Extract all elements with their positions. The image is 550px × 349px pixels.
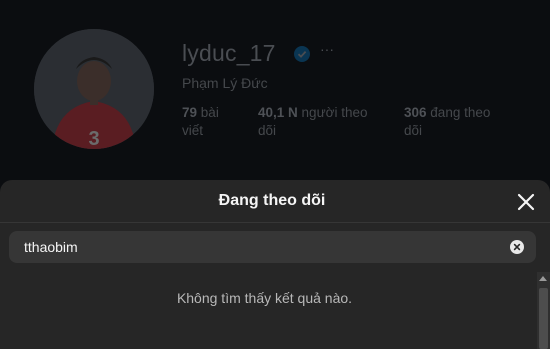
- profile-full-name: Phạm Lý Đức: [182, 75, 268, 91]
- empty-results-message: Không tìm thấy kết quả nào.: [176, 290, 353, 306]
- scroll-up-arrow-icon[interactable]: [539, 276, 547, 281]
- modal-header: Đang theo dõi: [0, 180, 550, 223]
- profile-username: lyduc_17: [182, 40, 276, 66]
- search-box: [9, 231, 536, 263]
- profile-avatar[interactable]: 3: [34, 29, 154, 149]
- clear-search-icon[interactable]: [510, 240, 524, 254]
- search-input[interactable]: [24, 231, 494, 263]
- scrollbar-thumb[interactable]: [539, 288, 548, 349]
- stat-posts-value: 79: [182, 105, 198, 120]
- stat-followers-value: 40,1 N: [258, 105, 298, 120]
- stat-followers[interactable]: 40,1 N người theo dõi: [258, 104, 383, 140]
- profile-header: 3 lyduc_17 ··· Phạm Lý Đức 79 bài viết 4…: [0, 0, 550, 190]
- stat-following-value: 306: [404, 105, 427, 120]
- stat-posts: 79 bài viết: [182, 104, 242, 140]
- verified-badge-icon: [293, 45, 311, 63]
- more-dots-icon[interactable]: ···: [320, 41, 334, 57]
- modal-title: Đang theo dõi: [218, 192, 326, 209]
- scrollbar[interactable]: [537, 272, 550, 349]
- following-modal: Đang theo dõi Không tìm thấy kết quả nào…: [0, 180, 550, 349]
- stat-following[interactable]: 306 đang theo dõi: [404, 104, 504, 140]
- svg-text:3: 3: [88, 128, 99, 149]
- close-icon[interactable]: [514, 190, 538, 214]
